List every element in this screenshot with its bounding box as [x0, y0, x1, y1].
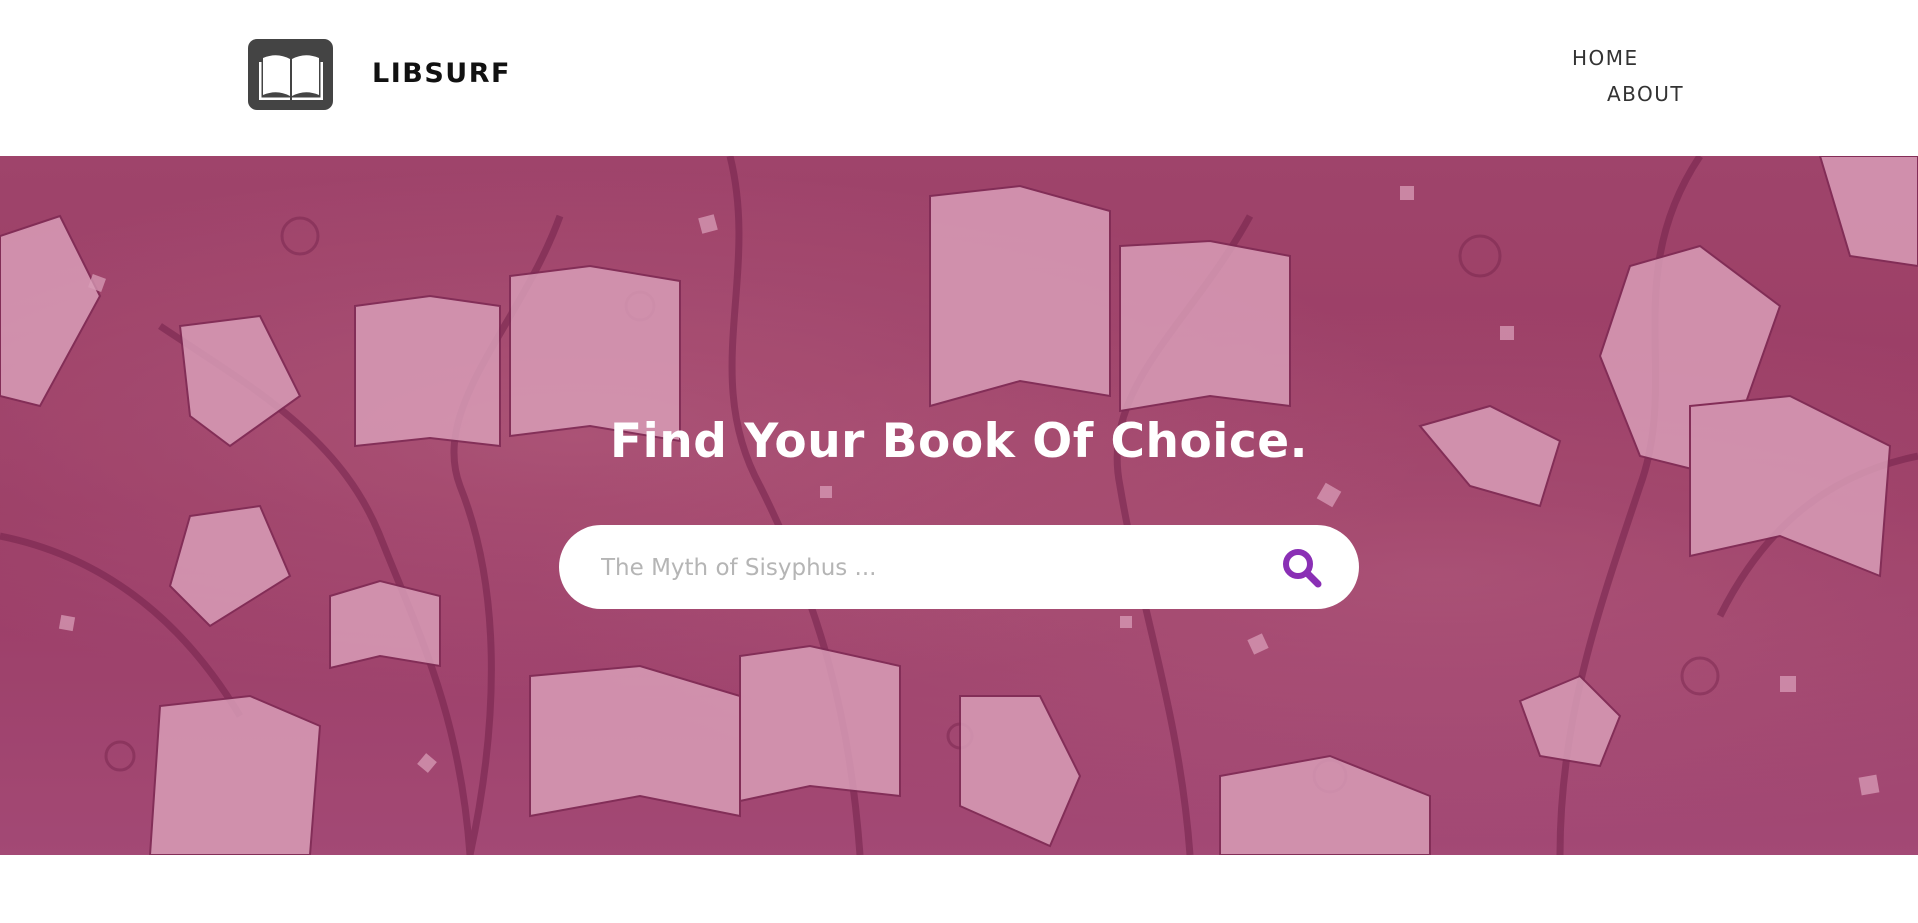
hero-title: Find Your Book Of Choice. — [610, 414, 1308, 469]
open-book-icon — [258, 54, 323, 100]
logo[interactable] — [248, 39, 333, 110]
brand-name[interactable]: LIBSURF — [372, 58, 511, 89]
search-input[interactable] — [599, 525, 1263, 611]
books-background-image — [0, 156, 1918, 855]
site-header: LIBSURF HOME ABOUT — [0, 0, 1918, 156]
nav-about-link[interactable]: ABOUT — [1607, 82, 1684, 106]
nav-home-link[interactable]: HOME — [1572, 46, 1639, 70]
search-bar — [559, 525, 1359, 611]
hero-banner: Find Your Book Of Choice. — [0, 156, 1918, 855]
search-icon[interactable] — [1281, 547, 1323, 589]
